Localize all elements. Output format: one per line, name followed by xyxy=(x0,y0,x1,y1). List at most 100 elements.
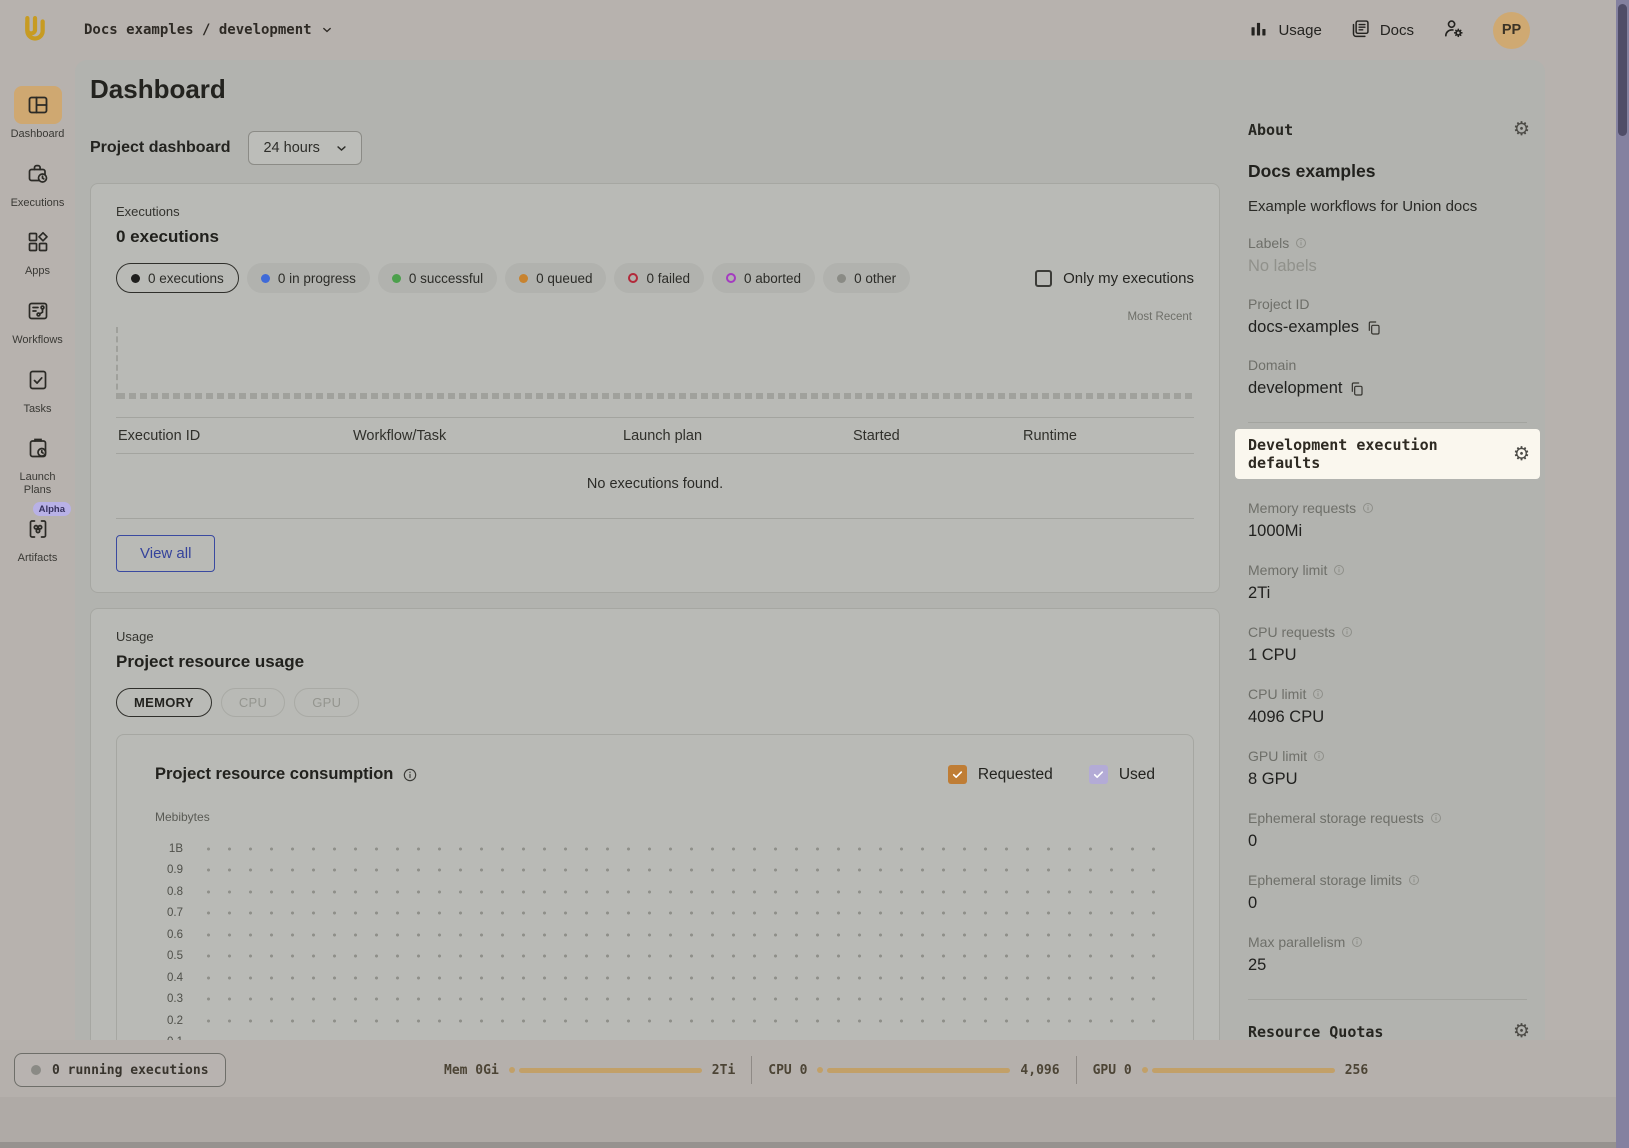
sidebar-item-label: Workflows xyxy=(12,334,63,347)
view-all-button[interactable]: View all xyxy=(116,535,215,572)
domain-label: Domain xyxy=(1248,357,1296,373)
usage-button[interactable]: Usage xyxy=(1248,18,1321,43)
copy-icon[interactable] xyxy=(1349,381,1365,397)
meter-bar xyxy=(509,1067,702,1073)
scrollbar-thumb[interactable] xyxy=(1618,4,1627,136)
legend-toggle-requested[interactable]: Requested xyxy=(948,765,1053,784)
only-my-checkbox[interactable] xyxy=(1035,270,1052,287)
apps-icon xyxy=(14,223,62,261)
avatar[interactable]: PP xyxy=(1493,12,1530,49)
info-icon xyxy=(1295,237,1307,249)
legend-toggle-used[interactable]: Used xyxy=(1089,765,1155,784)
sidebar-item-executions[interactable]: Executions xyxy=(0,155,75,210)
dotted-gridline xyxy=(198,911,1155,915)
user-settings-button[interactable] xyxy=(1442,17,1465,44)
sidebar-item-apps[interactable]: Apps xyxy=(0,223,75,278)
field-value: 1 CPU xyxy=(1248,646,1527,665)
project-id-value: docs-examples xyxy=(1248,318,1359,337)
meter-divider xyxy=(751,1056,752,1084)
artifacts-icon xyxy=(14,510,62,548)
quotas-settings-gear-icon[interactable]: ⚙ xyxy=(1513,1022,1530,1040)
info-icon[interactable] xyxy=(402,767,418,783)
field-label-text: Max parallelism xyxy=(1248,934,1345,950)
workflows-icon xyxy=(14,292,62,330)
project-domain-selector[interactable]: Docs examples / development xyxy=(84,22,334,38)
chart-gridline-row: 0.4 xyxy=(155,967,1155,989)
resource-meter: Mem 0Gi2Ti xyxy=(444,1063,735,1078)
filter-chip[interactable]: 0 aborted xyxy=(712,263,815,293)
field-label-text: CPU limit xyxy=(1248,686,1306,702)
chart-gridline-row: 0.6 xyxy=(155,924,1155,946)
tasks-icon xyxy=(14,361,62,399)
filter-chip[interactable]: 0 in progress xyxy=(247,263,370,293)
docs-button[interactable]: Docs xyxy=(1350,18,1414,43)
executions-filter-row: 0 executions 0 in progress 0 successful 0 q… xyxy=(116,263,1194,293)
chart-gridline-row: 0.7 xyxy=(155,903,1155,925)
meter-label: GPU 0 xyxy=(1093,1063,1132,1078)
checkbox-checked-icon[interactable] xyxy=(1089,765,1108,784)
dotted-gridline xyxy=(198,868,1155,872)
tab-gpu[interactable]: GPU xyxy=(294,688,359,717)
field-label-text: CPU requests xyxy=(1248,624,1335,640)
executions-overline: Executions xyxy=(116,204,1194,219)
filter-chip-label: 0 other xyxy=(854,271,896,286)
field-max-parallelism: Max parallelism25 xyxy=(1248,934,1527,975)
info-icon xyxy=(1430,812,1442,824)
time-range-dropdown[interactable]: 24 hours xyxy=(248,131,361,165)
field-label-text: GPU limit xyxy=(1248,748,1307,764)
about-settings-gear-icon[interactable]: ⚙ xyxy=(1513,120,1530,139)
only-my-executions-toggle[interactable]: Only my executions xyxy=(1035,270,1194,287)
tab-cpu[interactable]: CPU xyxy=(221,688,285,717)
checkbox-checked-icon[interactable] xyxy=(948,765,967,784)
sidebar-item-workflows[interactable]: Workflows xyxy=(0,292,75,347)
status-footer: 0 running executions Mem 0Gi2TiCPU 04,09… xyxy=(0,1040,1629,1148)
defaults-section-header: Development execution defaults ⚙ xyxy=(1235,436,1540,472)
field-label: Memory requests xyxy=(1248,500,1527,516)
sidebar-item-artifacts[interactable]: AlphaArtifacts xyxy=(0,510,75,565)
field-value: 2Ti xyxy=(1248,584,1527,603)
labels-label: Labels xyxy=(1248,235,1289,251)
chart-gridline-row: 0.3 xyxy=(155,989,1155,1011)
running-executions-chip[interactable]: 0 running executions xyxy=(14,1053,226,1087)
dotted-gridline xyxy=(198,997,1155,1001)
filter-chip[interactable]: 0 executions xyxy=(116,263,239,293)
meter-current-dot xyxy=(1142,1067,1148,1073)
y-tick-label: 0.3 xyxy=(155,993,183,1005)
tab-memory[interactable]: MEMORY xyxy=(116,688,212,717)
column-header: Started xyxy=(853,428,1023,444)
field-value: 0 xyxy=(1248,832,1527,851)
union-logo-icon[interactable] xyxy=(18,13,52,47)
defaults-fields: Memory requests1000MiMemory limit2TiCPU … xyxy=(1235,500,1540,975)
running-executions-label: 0 running executions xyxy=(52,1063,209,1078)
sidebar-item-dashboard[interactable]: Dashboard xyxy=(0,86,75,141)
usage-heading: Project resource usage xyxy=(116,652,1194,672)
y-tick-label: 0.8 xyxy=(155,886,183,898)
labels-value: No labels xyxy=(1248,257,1527,276)
sidebar-item-label: Executions xyxy=(11,197,65,210)
filter-chip-label: 0 failed xyxy=(646,271,690,286)
sidebar-item-tasks[interactable]: Tasks xyxy=(0,361,75,416)
launch-plans-icon xyxy=(14,429,62,467)
info-icon xyxy=(1313,750,1325,762)
field-gpu-limit: GPU limit8 GPU xyxy=(1248,748,1527,789)
filter-chip[interactable]: 0 successful xyxy=(378,263,497,293)
about-section-header: About ⚙ xyxy=(1235,120,1540,139)
dotted-gridline xyxy=(198,954,1155,958)
filter-chip[interactable]: 0 other xyxy=(823,263,910,293)
chart-gridline-row: 0.5 xyxy=(155,946,1155,968)
screen: Docs examples / development Usage Docs P… xyxy=(0,0,1629,1148)
defaults-settings-gear-icon[interactable]: ⚙ xyxy=(1513,445,1530,464)
info-icon xyxy=(1408,874,1420,886)
copy-icon[interactable] xyxy=(1366,320,1382,336)
filter-chip[interactable]: 0 queued xyxy=(505,263,606,293)
filter-chip[interactable]: 0 failed xyxy=(614,263,704,293)
field-memory-limit: Memory limit2Ti xyxy=(1248,562,1527,603)
resource-meter: GPU 0256 xyxy=(1093,1063,1369,1078)
legend-label: Requested xyxy=(978,766,1053,784)
executions-icon xyxy=(14,155,62,193)
field-label: CPU requests xyxy=(1248,624,1527,640)
chart-title: Project resource consumption xyxy=(155,765,393,784)
chart-gridline-row: 0.8 xyxy=(155,881,1155,903)
sidebar: Dashboard Executions Apps Workflows Tasks Lau… xyxy=(0,60,75,1040)
sidebar-item-launch-plans[interactable]: Launch Plans xyxy=(0,429,75,496)
